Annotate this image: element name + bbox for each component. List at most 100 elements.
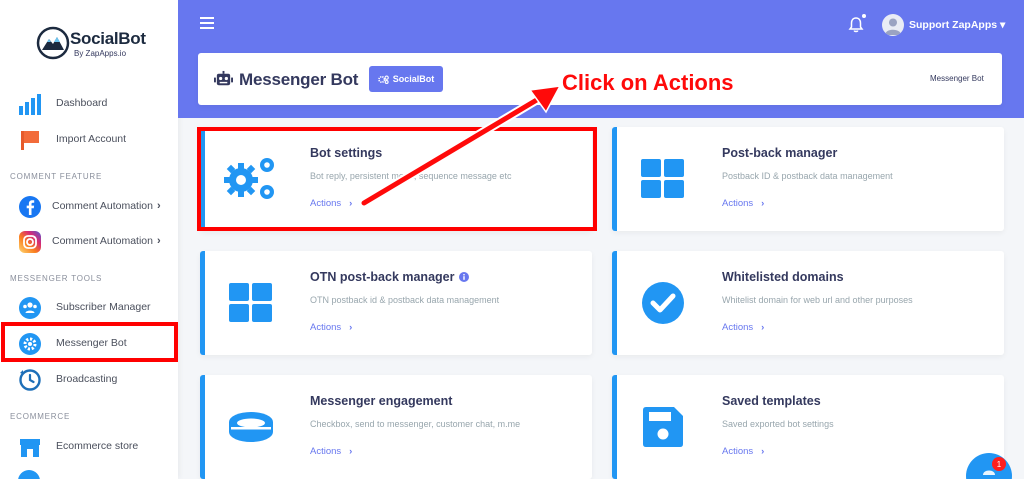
sidebar-item-label: Subscriber Manager: [56, 301, 151, 313]
card-messenger-engagement: Messenger engagement Checkbox, send to m…: [200, 375, 592, 479]
bar-chart-icon: [19, 94, 41, 115]
otn-icon-wrap: [221, 273, 281, 333]
card-title-text: Messenger engagement: [310, 394, 453, 408]
users-icon: [19, 297, 41, 319]
store-icon: [20, 439, 40, 457]
chevron-right-icon: ›: [349, 322, 353, 333]
sidebar-item-ecommerce-store[interactable]: Ecommerce store: [0, 431, 178, 463]
cogs-icon: [224, 158, 274, 199]
sidebar-item-comment-automation-facebook[interactable]: Comment Automation ›: [0, 191, 178, 223]
facebook-icon: [19, 196, 41, 218]
user-menu-toggle[interactable]: Support ZapApps ▾: [909, 19, 1005, 31]
card-description: Postback ID & postback data management: [722, 171, 893, 181]
floppy-disk-icon: [643, 407, 683, 447]
actions-link-otn-post-back-manager[interactable]: Actions ›: [310, 322, 352, 333]
sidebar-item-broadcasting[interactable]: Broadcasting: [0, 364, 178, 396]
notification-dot: [862, 14, 866, 18]
engagement-icon-wrap: [221, 397, 281, 457]
card-title-text: Whitelisted domains: [722, 270, 844, 284]
sidebar: SocialBot By ZapApps.io Dashboard Import…: [0, 0, 178, 479]
card-title: Post-back manager: [722, 146, 837, 160]
card-description: Saved exported bot settings: [722, 419, 834, 429]
sidebar-item-label: Import Account: [56, 133, 127, 145]
card-description: Whitelist domain for web url and other p…: [722, 295, 913, 305]
bot-settings-icon-wrap: [221, 149, 281, 209]
chevron-right-icon: ›: [761, 322, 765, 333]
ring-icon: [229, 412, 273, 442]
socialbot-button-label: SocialBot: [392, 74, 435, 84]
card-post-back-manager: Post-back manager Postback ID & postback…: [612, 127, 1004, 231]
actions-link-post-back-manager[interactable]: Actions ›: [722, 198, 764, 209]
hamburger-menu-icon[interactable]: [200, 17, 214, 29]
sidebar-item-subscriber-manager[interactable]: Subscriber Manager: [0, 292, 178, 324]
chevron-right-icon: ›: [157, 200, 161, 212]
card-description: Bot reply, persistent menu, sequence mes…: [310, 171, 512, 181]
card-title-text: Post-back manager: [722, 146, 838, 160]
card-title: OTN post-back manager: [310, 270, 470, 284]
socialbot-logo-icon: [36, 26, 70, 60]
brand-name: SocialBot: [70, 29, 146, 48]
card-title: Bot settings: [310, 146, 382, 160]
chevron-right-icon: ›: [349, 198, 353, 209]
sidebar-item-label: Broadcasting: [56, 373, 118, 385]
robot-icon: [214, 70, 233, 86]
card-title-text: OTN post-back manager: [310, 270, 455, 284]
card-otn-post-back-manager: OTN post-back manager OTN postback id & …: [200, 251, 592, 355]
actions-link-label: Actions: [722, 322, 754, 333]
chevron-right-icon: ›: [761, 198, 765, 209]
sidebar-header-comment: COMMENT FEATURE: [10, 172, 103, 181]
windows-grid-icon: [641, 159, 684, 198]
cogs-icon: [377, 75, 389, 84]
sidebar-item-partial[interactable]: [18, 470, 40, 479]
actions-link-saved-templates[interactable]: Actions ›: [722, 446, 764, 457]
flag-icon: [21, 131, 39, 150]
card-whitelisted-domains: Whitelisted domains Whitelist domain for…: [612, 251, 1004, 355]
card-saved-templates: Saved templates Saved exported bot setti…: [612, 375, 1004, 479]
sidebar-item-comment-automation-instagram[interactable]: Comment Automation ›: [0, 226, 178, 258]
user-avatar-icon: [885, 18, 901, 35]
sidebar-header-messenger: MESSENGER TOOLS: [10, 274, 103, 283]
card-title-text: Bot settings: [310, 146, 383, 160]
bell-icon[interactable]: [848, 16, 864, 34]
card-title: Messenger engagement: [310, 394, 452, 408]
page-title: Messenger Bot: [239, 70, 359, 89]
chevron-right-icon: ›: [761, 446, 765, 457]
breadcrumb[interactable]: Messenger Bot: [930, 74, 984, 83]
actions-link-whitelisted-domains[interactable]: Actions ›: [722, 322, 764, 333]
card-title-text: Saved templates: [722, 394, 821, 408]
sidebar-item-label: Comment Automation: [52, 235, 153, 247]
card-title: Whitelisted domains: [722, 270, 844, 284]
post-back-icon-wrap: [633, 149, 693, 209]
actions-link-messenger-engagement[interactable]: Actions ›: [310, 446, 352, 457]
actions-link-label: Actions: [310, 322, 342, 333]
sidebar-item-import-account[interactable]: Import Account: [0, 124, 178, 156]
actions-link-label: Actions: [722, 446, 754, 457]
templates-icon-wrap: [633, 397, 693, 457]
sidebar-item-label: Dashboard: [56, 97, 108, 109]
check-circle-icon: [642, 282, 684, 324]
highlight-box-messenger-bot: [1, 322, 178, 362]
chevron-right-icon: ›: [157, 235, 161, 247]
avatar[interactable]: [882, 14, 904, 36]
actions-link-label: Actions: [722, 198, 754, 209]
actions-link-label: Actions: [310, 198, 342, 209]
info-icon[interactable]: [459, 272, 470, 282]
brand[interactable]: SocialBot By ZapApps.io: [36, 26, 156, 66]
brand-tagline: By ZapApps.io: [74, 49, 127, 58]
card-description: OTN postback id & postback data manageme…: [310, 295, 500, 305]
card-description: Checkbox, send to messenger, customer ch…: [310, 419, 521, 429]
sidebar-item-dashboard[interactable]: Dashboard: [0, 88, 178, 120]
whitelist-icon-wrap: [633, 273, 693, 333]
sidebar-item-label: Comment Automation: [52, 200, 153, 212]
card-bot-settings: Bot settings Bot reply, persistent menu,…: [200, 127, 592, 231]
sidebar-header-ecommerce: ECOMMERCE: [10, 412, 71, 421]
card-title: Saved templates: [722, 394, 821, 408]
instagram-icon: [19, 231, 41, 253]
actions-link-label: Actions: [310, 446, 342, 457]
sidebar-item-label: Ecommerce store: [56, 440, 139, 452]
clock-icon: [19, 369, 41, 391]
actions-link-bot-settings[interactable]: Actions ›: [310, 198, 352, 209]
annotation-text: Click on Actions: [562, 70, 734, 95]
socialbot-button[interactable]: SocialBot: [369, 66, 443, 92]
chevron-right-icon: ›: [349, 446, 353, 457]
